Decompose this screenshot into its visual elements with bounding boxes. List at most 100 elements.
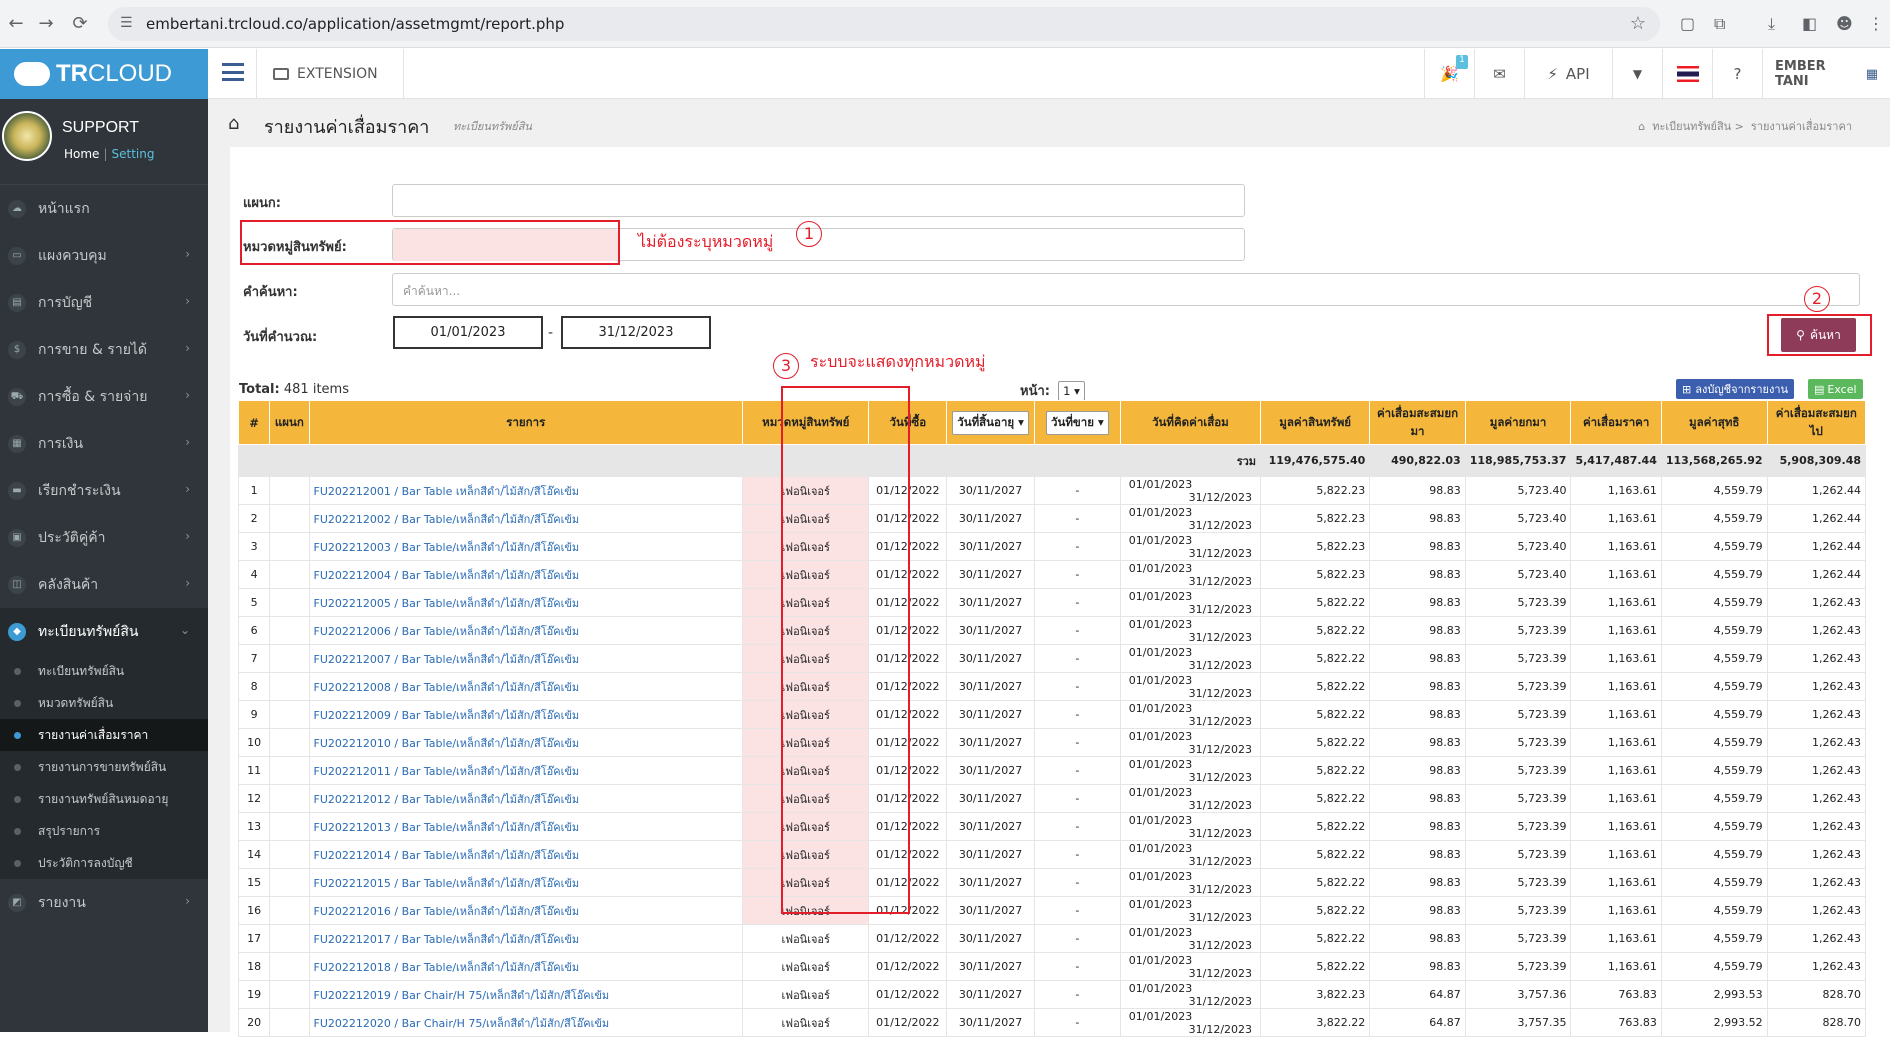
keyword-input[interactable]: คำค้นหา...: [392, 273, 1860, 306]
breadcrumb-parent[interactable]: ทะเบียนทรัพย์สิน: [1652, 120, 1731, 133]
row-item-link[interactable]: FU202212001 / Bar Table เหล็กสีดำ/ไม้สัก…: [308, 476, 744, 505]
row-item-link[interactable]: FU202212018 / Bar Table/เหล็กสีดำ/ไม้สัก…: [308, 952, 744, 981]
expire-date-select[interactable]: วันที่สิ้นอายุ ▾: [952, 410, 1029, 435]
site-settings-icon[interactable]: ☰: [120, 15, 133, 31]
row-item-link[interactable]: FU202212015 / Bar Table/เหล็กสีดำ/ไม้สัก…: [308, 868, 744, 897]
row-calc-date-range: 01/01/2023 31/12/2023: [1119, 896, 1262, 925]
language-button[interactable]: [1662, 49, 1712, 99]
row-item-link[interactable]: FU202212007 / Bar Table/เหล็กสีดำ/ไม้สัก…: [308, 644, 744, 673]
help-button[interactable]: ?: [1712, 49, 1762, 99]
col-header-dept[interactable]: แผนก: [269, 400, 310, 445]
row-item-link[interactable]: FU202212020 / Bar Chair/H 75/เหล็กสีดำ/ไ…: [308, 1008, 744, 1037]
row-item-link[interactable]: FU202212003 / Bar Table/เหล็กสีดำ/ไม้สัก…: [308, 532, 744, 561]
home-icon[interactable]: ⌂: [228, 113, 239, 134]
row-item-link[interactable]: FU202212002 / Bar Table/เหล็กสีดำ/ไม้สัก…: [308, 504, 744, 533]
row-item-link[interactable]: FU202212017 / Bar Table/เหล็กสีดำ/ไม้สัก…: [308, 924, 744, 953]
api-button[interactable]: ⚡ API: [1524, 49, 1612, 99]
breadcrumb-home-icon[interactable]: ⌂: [1638, 120, 1645, 133]
row-acc-dep-carry: 1,262.44: [1766, 504, 1867, 533]
mail-button[interactable]: ✉: [1474, 49, 1524, 99]
sidebar-item-1[interactable]: ▭ แผงควบคุม ›: [0, 232, 208, 279]
home-link[interactable]: Home: [64, 147, 99, 161]
row-item-link[interactable]: FU202212005 / Bar Table/เหล็กสีดำ/ไม้สัก…: [308, 588, 744, 617]
sidebar-subitem-2[interactable]: รายงานค่าเสื่อมราคา: [0, 719, 208, 751]
sidebar-item-9[interactable]: ◆ ทะเบียนทรัพย์สิน ⌄: [0, 608, 208, 655]
sidebar-item-5[interactable]: ▦ การเงิน ›: [0, 420, 208, 467]
row-acc-dep-carry: 1,262.43: [1766, 616, 1867, 645]
row-item-link[interactable]: FU202212008 / Bar Table/เหล็กสีดำ/ไม้สัก…: [308, 672, 744, 701]
row-item-link[interactable]: FU202212009 / Bar Table/เหล็กสีดำ/ไม้สัก…: [308, 700, 744, 729]
profile-icon[interactable]: ☻: [1836, 14, 1853, 33]
row-item-link[interactable]: FU202212011 / Bar Table/เหล็กสีดำ/ไม้สัก…: [308, 756, 744, 785]
row-item-link[interactable]: FU202212010 / Bar Table/เหล็กสีดำ/ไม้สัก…: [308, 728, 744, 757]
sidebar-item-8[interactable]: ◫ คลังสินค้า ›: [0, 561, 208, 608]
col-header-acc-dep-carry[interactable]: ค่าเสื่อมสะสมยกไป: [1766, 400, 1867, 445]
top-navbar: EXTENSION 🎉 1 ✉ ⚡ API ▼ ? EMBER TANI ▦: [208, 49, 1890, 99]
notification-button[interactable]: 🎉 1: [1424, 49, 1474, 99]
post-from-report-button[interactable]: ⊞ ลงบัญชีจากรายงาน: [1676, 379, 1795, 399]
user-menu[interactable]: EMBER TANI ▦: [1762, 49, 1890, 99]
bullet-icon: [14, 700, 21, 707]
dropdown-button[interactable]: ▼: [1612, 49, 1662, 99]
sale-date-select[interactable]: วันที่ขาย ▾: [1046, 410, 1109, 435]
row-item-link[interactable]: FU202212014 / Bar Table/เหล็กสีดำ/ไม้สัก…: [308, 840, 744, 869]
col-header-item[interactable]: รายการ: [308, 400, 744, 445]
setting-link[interactable]: Setting: [111, 147, 154, 161]
sidebar-subitem-label: สรุปรายการ: [38, 823, 101, 838]
sidebar-item-4[interactable]: ⛟ การซื้อ & รายจ่าย ›: [0, 373, 208, 420]
row-item-link[interactable]: FU202212013 / Bar Table/เหล็กสีดำ/ไม้สัก…: [308, 812, 744, 841]
row-item-link[interactable]: FU202212006 / Bar Table/เหล็กสีดำ/ไม้สัก…: [308, 616, 744, 645]
row-item-link[interactable]: FU202212019 / Bar Chair/H 75/เหล็กสีดำ/ไ…: [308, 980, 744, 1009]
forward-icon[interactable]: →: [34, 12, 58, 36]
bookmark-star-icon[interactable]: ☆: [1630, 13, 1646, 34]
excel-button[interactable]: ▤ Excel: [1808, 379, 1863, 399]
row-dept: [269, 840, 310, 869]
row-sale-date: -: [1033, 560, 1121, 589]
row-calc-to: 31/12/2023: [1188, 882, 1253, 896]
sidebar-item-3[interactable]: $ การขาย & รายได้ ›: [0, 326, 208, 373]
date-to-input[interactable]: 31/12/2023: [561, 316, 711, 349]
col-header-asset-value[interactable]: มูลค่าสินทรัพย์: [1260, 400, 1371, 445]
col-header-net-value[interactable]: มูลค่าสุทธิ: [1660, 400, 1768, 445]
extension-button[interactable]: EXTENSION: [256, 49, 404, 99]
sidebar-subitem-5[interactable]: สรุปรายการ: [0, 815, 208, 847]
back-icon[interactable]: ←: [4, 12, 28, 36]
row-depreciation: 1,163.61: [1570, 868, 1662, 897]
row-item-link[interactable]: FU202212016 / Bar Table/เหล็กสีดำ/ไม้สัก…: [308, 896, 744, 925]
sidebar-item-0[interactable]: ☁ หน้าแรก: [0, 185, 208, 232]
menu-dots-icon[interactable]: ⋮: [1868, 14, 1884, 33]
reload-icon[interactable]: ⟳: [68, 12, 92, 36]
sidebar-subitem-0[interactable]: ทะเบียนทรัพย์สิน: [0, 655, 208, 687]
sidebar-subitem-6[interactable]: ประวัติการลงบัญชี: [0, 847, 208, 879]
col-header-value-forward[interactable]: มูลค่ายกมา: [1464, 400, 1572, 445]
page-select[interactable]: 1 ▾: [1058, 381, 1085, 401]
sidebar-subitem-1[interactable]: หมวดทรัพย์สิน: [0, 687, 208, 719]
trcloud-logo[interactable]: TR CLOUD: [0, 49, 208, 99]
col-header-calc-date[interactable]: วันที่คิดค่าเสื่อม: [1119, 400, 1262, 445]
row-item-link[interactable]: FU202212012 / Bar Table/เหล็กสีดำ/ไม้สัก…: [308, 784, 744, 813]
table-row: 10 FU202212010 / Bar Table/เหล็กสีดำ/ไม้ส…: [237, 728, 1867, 757]
download-icon[interactable]: ⤓: [1768, 14, 1775, 34]
sidebar-item-2[interactable]: ▤ การบัญชี ›: [0, 279, 208, 326]
sidebar-subitem-4[interactable]: รายงานทรัพย์สินหมดอายุ: [0, 783, 208, 815]
sidebar-item-6[interactable]: ▬ เรียกชำระเงิน ›: [0, 467, 208, 514]
sidebar-subitem-3[interactable]: รายงานการขายทรัพย์สิน: [0, 751, 208, 783]
screen-icon[interactable]: ▢: [1680, 14, 1695, 33]
row-item-link[interactable]: FU202212004 / Bar Table/เหล็กสีดำ/ไม้สัก…: [308, 560, 744, 589]
col-header-category[interactable]: หมวดหมู่สินทรัพย์: [742, 400, 870, 445]
col-header-acc-dep-forward[interactable]: ค่าเสื่อมสะสมยกมา: [1369, 400, 1466, 445]
sidebar-item-7[interactable]: ▣ ประวัติคู่ค้า ›: [0, 514, 208, 561]
row-no: 13: [237, 812, 271, 841]
hamburger-menu-icon[interactable]: [222, 63, 244, 81]
sidebar-item-report[interactable]: ◩ รายงาน ›: [0, 879, 208, 926]
extensions-icon[interactable]: ⧉: [1714, 14, 1725, 34]
sidepanel-icon[interactable]: ◧: [1802, 14, 1817, 33]
col-header-no: #: [237, 400, 271, 445]
date-from-input[interactable]: 01/01/2023: [393, 316, 543, 349]
address-bar[interactable]: ☰ embertani.trcloud.co/application/asset…: [108, 7, 1660, 41]
department-select[interactable]: [392, 184, 1245, 217]
col-header-buy-date[interactable]: วันที่ซื้อ: [868, 400, 948, 445]
col-header-depreciation[interactable]: ค่าเสื่อมราคา: [1570, 400, 1662, 445]
table-row: 16 FU202212016 / Bar Table/เหล็กสีดำ/ไม้ส…: [237, 896, 1867, 925]
row-calc-to: 31/12/2023: [1188, 798, 1253, 812]
